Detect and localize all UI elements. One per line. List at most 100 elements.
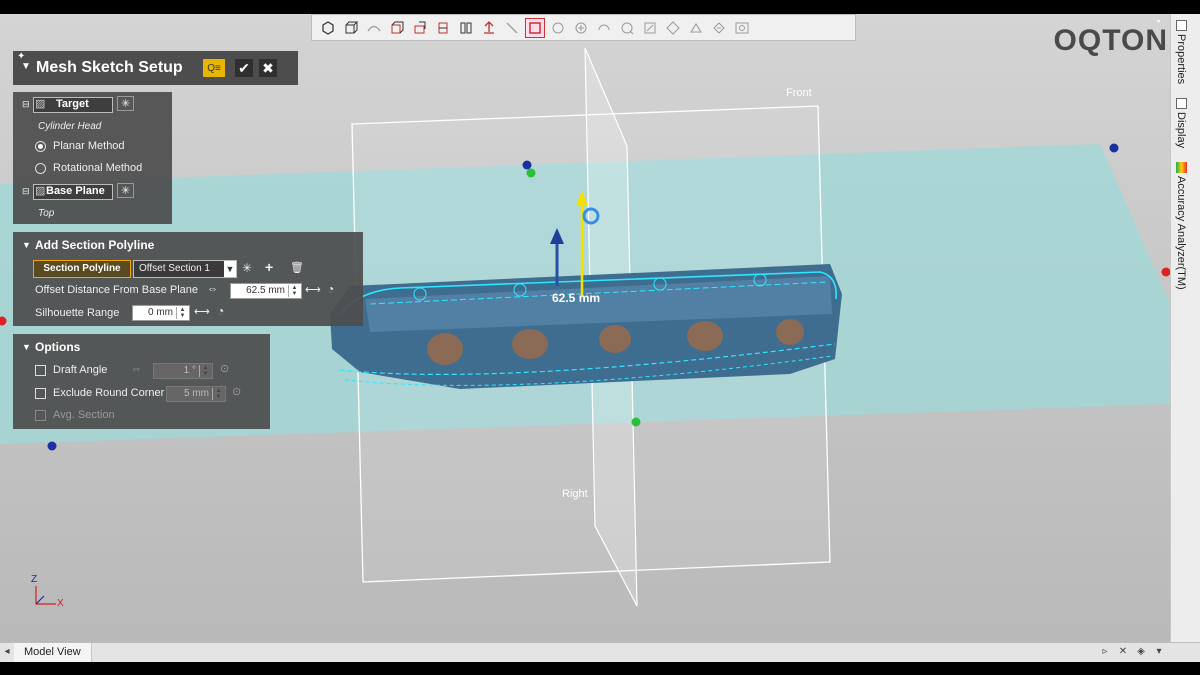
axis-z-label: Z [31, 574, 38, 585]
mesh-sketch-setup-header: ✦ ▼ Mesh Sketch Setup Q≡ ✔ ✖ [13, 51, 298, 85]
control-point [522, 160, 532, 170]
rotational-method-radio[interactable] [35, 163, 46, 174]
target-value: Cylinder Head [38, 121, 102, 132]
surface-icon[interactable] [364, 18, 384, 38]
target-panel: ⊟ ▨ Target ✳ Cylinder Head Planar Method… [13, 92, 172, 224]
scroll-left-icon[interactable]: ◂ [0, 645, 14, 659]
line-icon[interactable] [502, 18, 522, 38]
control-point [47, 441, 57, 451]
visibility-icon[interactable] [732, 18, 752, 38]
tab-properties[interactable]: Properties [1175, 20, 1187, 84]
offset-distance-label: Offset Distance From Base Plane [35, 284, 199, 296]
collapse-base-icon[interactable]: ⊟ [22, 186, 30, 197]
exclude-round-checkbox[interactable] [35, 388, 46, 399]
edit-icon[interactable] [640, 18, 660, 38]
axis-x-label: X [57, 598, 64, 609]
tab-accuracy-analyzer[interactable]: Accuracy Analyzer(TM) [1175, 162, 1187, 290]
section-polyline-panel: ▼ Add Section Polyline Section Polyline … [13, 232, 363, 326]
section-settings-icon[interactable]: ✳ [242, 261, 252, 275]
cancel-button[interactable]: ✖ [259, 59, 277, 77]
constraint-icon[interactable] [709, 18, 729, 38]
tab-display-label: Display [1175, 112, 1187, 149]
view-cube-icon[interactable] [387, 18, 407, 38]
draft-angle-checkbox[interactable] [35, 365, 46, 376]
rectangle-select-icon[interactable] [525, 17, 545, 38]
circle-arc-icon[interactable] [594, 18, 614, 38]
split-icon[interactable] [456, 18, 476, 38]
sketch-icon[interactable] [318, 18, 338, 38]
preview-button[interactable]: Q≡ [203, 59, 225, 77]
silhouette-reset-icon[interactable]: ◔ [217, 304, 224, 318]
front-plane-label: Front [786, 87, 812, 99]
base-plane-field[interactable]: ▨ Base Plane [33, 184, 113, 200]
control-point [526, 168, 536, 178]
plane-flip-icon[interactable] [433, 18, 453, 38]
ok-button[interactable]: ✔ [235, 59, 253, 77]
target-label: Target [56, 98, 89, 110]
shape-icon[interactable] [663, 18, 683, 38]
circle-add-icon[interactable] [571, 18, 591, 38]
silhouette-range-icon[interactable]: ⟷ [194, 305, 210, 318]
base-plane-label: Base Plane [46, 185, 105, 197]
section-polyline-button[interactable]: Section Polyline [33, 260, 131, 278]
right-sidebar: ▪ Properties Display Accuracy Analyzer(T… [1157, 14, 1200, 642]
silhouette-input[interactable]: 0 mm ▲ ▼ [132, 305, 190, 321]
flip-direction-icon[interactable]: ⇔ [207, 283, 218, 295]
sidebar-close-icon[interactable]: ▪ [1157, 16, 1160, 26]
add-section-icon[interactable]: + [265, 259, 273, 275]
avg-section-label: Avg. Section [53, 409, 115, 421]
display-icon [1175, 98, 1187, 109]
model-viewport[interactable]: Front Right 62.5 mm Z X [0, 14, 1170, 642]
round-pick-icon: ⊙ [232, 386, 242, 398]
target-field[interactable]: ▨ Target [33, 97, 113, 113]
offset-distance-input[interactable]: 62.5 mm ▲ ▼ [230, 283, 302, 299]
collapse-target-icon[interactable]: ⊟ [22, 99, 30, 110]
reset-icon[interactable]: ◔ [327, 282, 334, 296]
base-plane-value: Top [38, 208, 55, 219]
tab-display[interactable]: Display [1175, 98, 1187, 148]
close-view-icon[interactable]: ✕ [1116, 645, 1130, 659]
properties-icon [1175, 20, 1187, 31]
delete-section-icon[interactable]: 🗑 [290, 261, 304, 274]
draft-angle-input[interactable]: 1 ° ▲ ▼ [153, 363, 213, 379]
control-point [631, 417, 641, 427]
range-icon[interactable]: ⟷ [305, 283, 321, 296]
view-menu-icon[interactable]: ▾ [1152, 645, 1166, 659]
dimension-icon[interactable] [686, 18, 706, 38]
base-plane-settings-icon[interactable]: ✳ [117, 183, 135, 198]
tab-properties-label: Properties [1175, 34, 1187, 85]
tab-accuracy-analyzer-label: Accuracy Analyzer(TM) [1175, 176, 1187, 290]
dropdown-arrow-icon: ▼ [224, 261, 236, 277]
box-icon[interactable] [341, 18, 361, 38]
planar-method-radio[interactable] [35, 141, 46, 152]
options-title: Options [35, 340, 81, 354]
setup-title: Mesh Sketch Setup [36, 59, 183, 76]
plane-icon[interactable] [410, 18, 430, 38]
control-point [1109, 143, 1119, 153]
draft-spinner[interactable]: ▲ ▼ [199, 365, 211, 377]
target-settings-icon[interactable]: ✳ [117, 96, 135, 111]
hatch-icon: ▨ [35, 98, 46, 110]
circle-arrow-icon[interactable] [617, 18, 637, 38]
round-spinner[interactable]: ▲ ▼ [212, 388, 224, 400]
right-plane-label: Right [562, 488, 588, 500]
offset-dimension: 62.5 mm [552, 291, 601, 305]
section-collapse-arrow-icon[interactable]: ▼ [22, 240, 31, 250]
circle-icon[interactable] [548, 18, 568, 38]
options-collapse-arrow-icon[interactable]: ▼ [22, 342, 31, 352]
avg-section-checkbox [35, 410, 46, 421]
draft-direction-icon: ⇔ [131, 363, 142, 375]
offset-select-value: Offset Section 1 [139, 263, 210, 274]
view-toolbar [311, 14, 856, 41]
next-view-icon[interactable]: ◈ [1134, 645, 1148, 659]
tab-model-view[interactable]: Model View [14, 643, 92, 662]
accuracy-analyzer-icon [1175, 162, 1187, 173]
collapse-arrow-icon[interactable]: ▼ [21, 61, 31, 72]
draft-angle-label: Draft Angle [53, 364, 108, 376]
offset-section-select[interactable]: Offset Section 1 ▼ [133, 260, 237, 278]
offset-spinner[interactable]: ▲ ▼ [288, 285, 300, 297]
silhouette-spinner[interactable]: ▲ ▼ [176, 307, 188, 319]
scroll-right-icon[interactable]: ▹ [1098, 645, 1112, 659]
align-icon[interactable] [479, 18, 499, 38]
exclude-round-input[interactable]: 5 mm ▲ ▼ [166, 386, 226, 402]
